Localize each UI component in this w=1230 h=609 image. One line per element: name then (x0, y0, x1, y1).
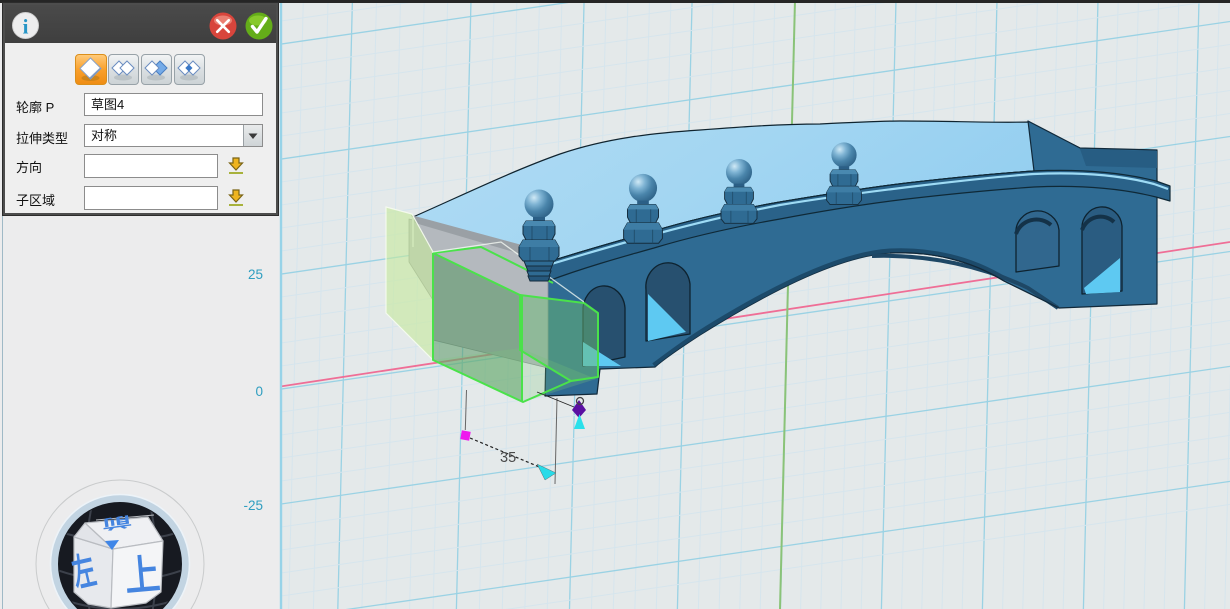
svg-text:0: 0 (255, 384, 263, 399)
svg-text:-25: -25 (243, 498, 263, 513)
svg-text:25: 25 (248, 267, 263, 282)
svg-text:上: 上 (123, 551, 162, 600)
svg-text:35: 35 (500, 450, 516, 466)
svg-text:i: i (23, 15, 29, 39)
